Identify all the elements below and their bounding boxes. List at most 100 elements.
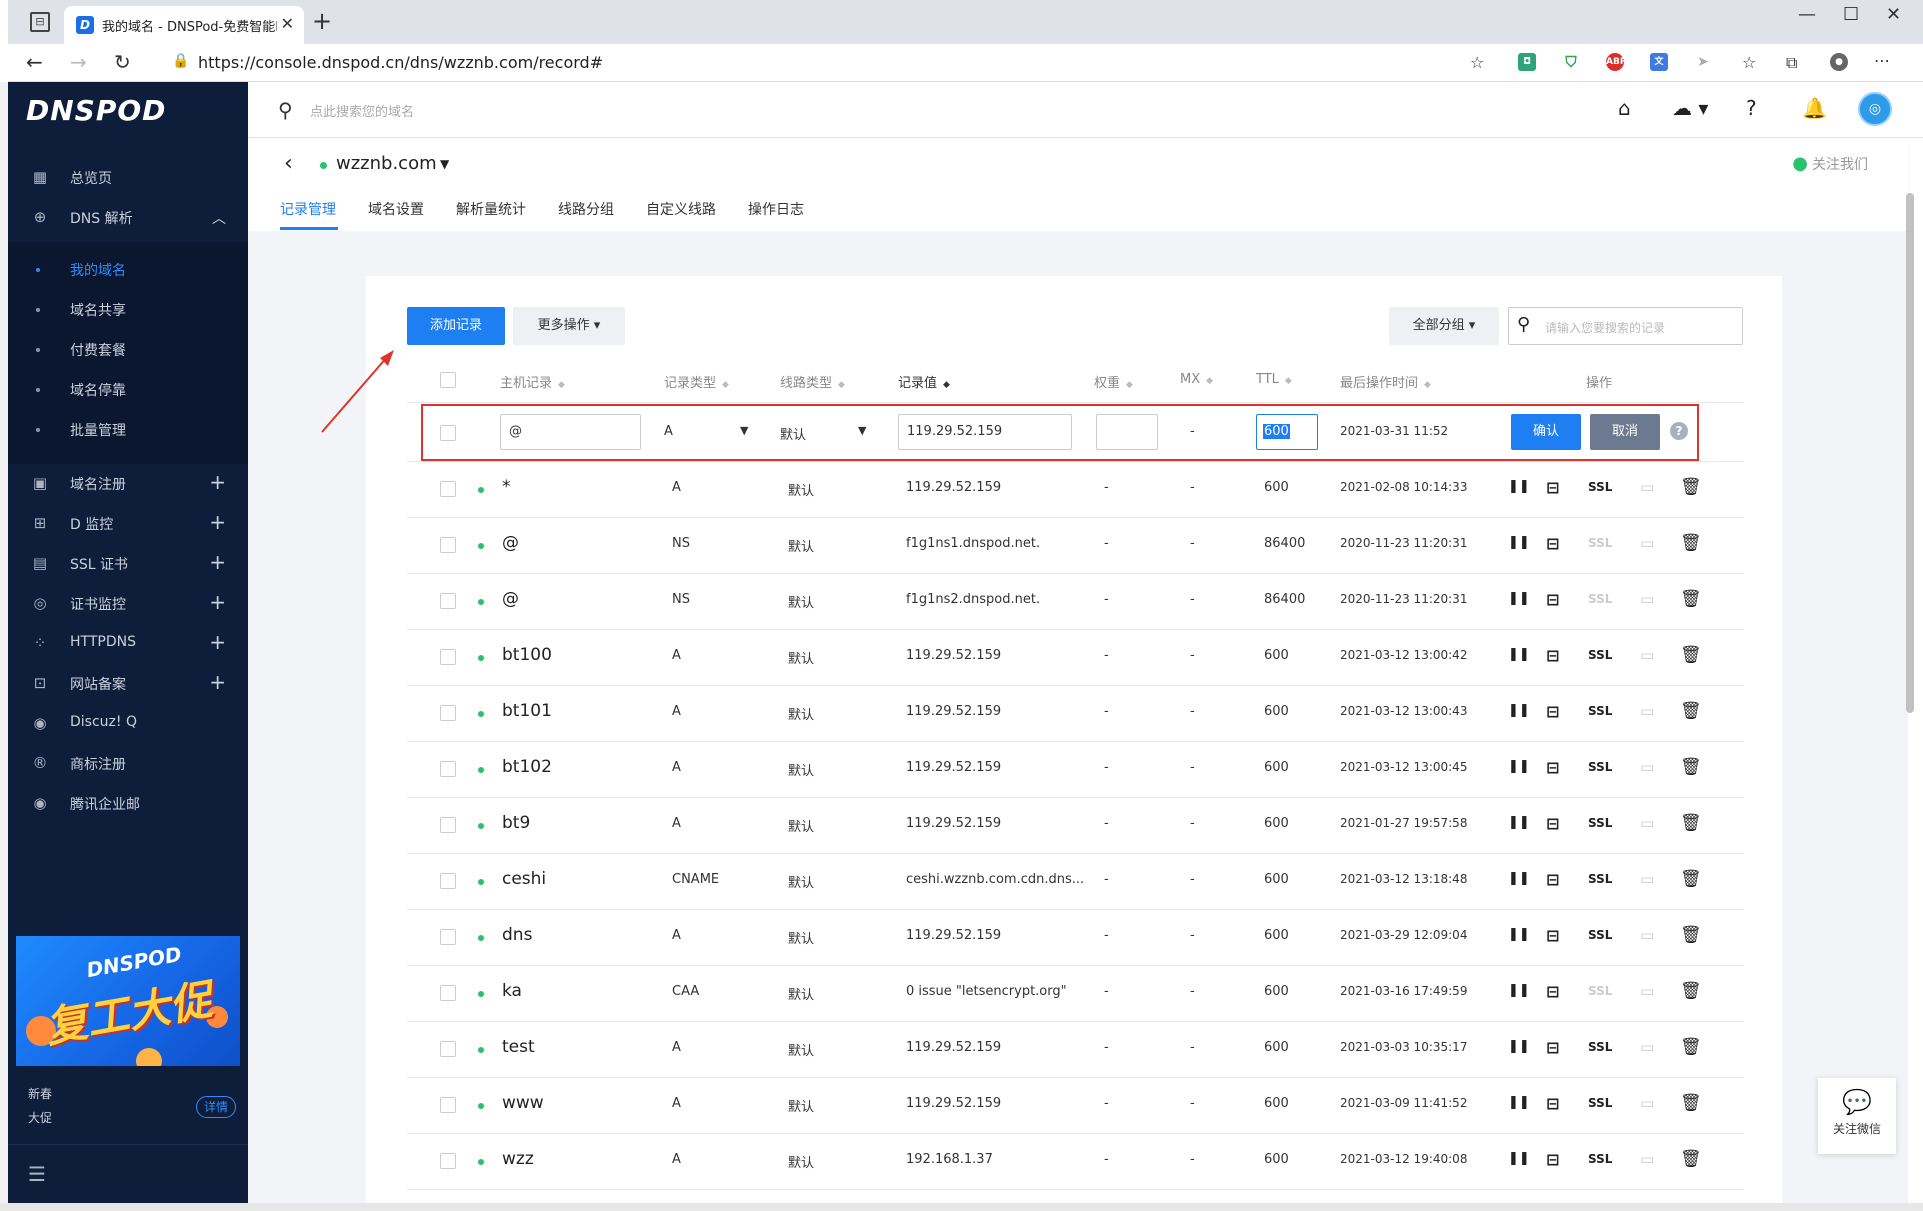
edit-icon[interactable]: ⊟ [1546,590,1559,609]
ssl-button[interactable]: SSL [1588,872,1612,886]
host-cell[interactable]: test [502,1037,535,1057]
trash-icon[interactable]: 🗑 [1680,1149,1702,1169]
host-cell[interactable]: @ [502,533,519,553]
pause-icon[interactable]: ❚❚ [1508,759,1530,774]
tab-close-icon[interactable]: ✕ [281,14,294,33]
cloud-dropdown-icon[interactable]: ☁ ▾ [1672,96,1708,120]
sidebar-item-dns[interactable]: ⊕ DNS 解析 ︿ [8,198,248,238]
row-checkbox[interactable] [440,761,456,777]
edit-icon[interactable]: ⊟ [1546,870,1559,889]
remark-icon[interactable]: ▭ [1640,478,1654,496]
host-cell[interactable]: wzz [502,1149,534,1169]
column-header-host[interactable]: 主机记录 ◆ [500,372,565,391]
select-all-checkbox[interactable] [440,372,456,388]
ssl-button[interactable]: SSL [1588,536,1612,550]
browser-tab[interactable]: D 我的域名 - DNSPod-免费智能DN ✕ [64,6,304,44]
pause-icon[interactable]: ❚❚ [1508,871,1530,886]
profile-avatar[interactable]: ● [1830,53,1848,71]
domain-search-input[interactable]: 点此搜索您的域名 [310,101,414,120]
pause-icon[interactable]: ❚❚ [1508,815,1530,830]
sidebar-item-httpdns[interactable]: ⁘ HTTPDNS + [8,624,248,664]
column-header-value[interactable]: 记录值 ◆ [898,372,950,391]
type-dropdown-icon[interactable]: ▼ [740,424,748,437]
favorites-icon[interactable]: ☆ [1742,53,1756,72]
row-checkbox[interactable] [440,873,456,889]
remark-icon[interactable]: ▭ [1640,982,1654,1000]
ssl-button[interactable]: SSL [1588,760,1612,774]
host-cell[interactable]: @ [502,589,519,609]
trash-icon[interactable]: 🗑 [1680,813,1702,833]
remark-icon[interactable]: ▭ [1640,814,1654,832]
url-field[interactable]: 🔒 https://console.dnspod.cn/dns/wzznb.co… [158,50,1488,76]
ttl-input[interactable]: 600 [1256,414,1318,450]
trash-icon[interactable]: 🗑 [1680,925,1702,945]
edit-icon[interactable]: ⊟ [1546,478,1559,497]
sidebar-item-enterprise-mail[interactable]: ◉ 腾讯企业邮 [8,784,248,824]
value-input[interactable]: 119.29.52.159 [898,414,1072,450]
domain-name[interactable]: wzznb.com [336,153,437,174]
page-scrollbar[interactable] [1906,193,1914,713]
host-cell[interactable]: bt9 [502,813,530,833]
window-menu-icon[interactable]: ⊟ [30,12,50,32]
edit-icon[interactable]: ⊟ [1546,702,1559,721]
back-icon[interactable]: ‹ [284,151,293,176]
column-header-weight[interactable]: 权重 ◆ [1094,372,1133,391]
ssl-button[interactable]: SSL [1588,984,1612,998]
row-checkbox[interactable] [440,705,456,721]
row-checkbox[interactable] [440,985,456,1001]
edit-icon[interactable]: ⊟ [1546,814,1559,833]
trash-icon[interactable]: 🗑 [1680,533,1702,553]
trash-icon[interactable]: 🗑 [1680,869,1702,889]
favorite-add-icon[interactable]: ☆ [1470,53,1484,72]
sidebar-item-paid-plans[interactable]: 付费套餐 [8,330,248,370]
sidebar-item-batch-manage[interactable]: 批量管理 [8,410,248,450]
row-checkbox[interactable] [440,537,456,553]
back-arrow-icon[interactable]: ← [26,50,43,74]
edit-icon[interactable]: ⊟ [1546,1150,1559,1169]
collections-icon[interactable]: ⧉ [1786,53,1797,73]
column-header-ttl[interactable]: TTL ◆ [1256,372,1292,387]
pause-icon[interactable]: ❚❚ [1508,1151,1530,1166]
host-cell[interactable]: ceshi [502,869,546,889]
host-cell[interactable]: dns [502,925,532,945]
edit-icon[interactable]: ⊟ [1546,646,1559,665]
remark-icon[interactable]: ▭ [1640,1094,1654,1112]
new-tab-button[interactable]: + [312,8,332,34]
edit-icon[interactable]: ⊟ [1546,1038,1559,1057]
host-cell[interactable]: bt101 [502,701,552,721]
pause-icon[interactable]: ❚❚ [1508,983,1530,998]
edit-icon[interactable]: ⊟ [1546,982,1559,1001]
tab-record-manage[interactable]: 记录管理 [280,199,336,219]
remark-icon[interactable]: ▭ [1640,1038,1654,1056]
reload-icon[interactable]: ↻ [114,50,131,74]
remark-icon[interactable]: ▭ [1640,646,1654,664]
type-select-value[interactable]: A [664,424,673,439]
remark-icon[interactable]: ▭ [1640,758,1654,776]
row-checkbox[interactable] [440,593,456,609]
promo-detail-button[interactable]: 详情 [196,1096,236,1118]
row-checkbox[interactable] [440,1153,456,1169]
cancel-button[interactable]: 取消 [1590,414,1660,450]
ssl-button[interactable]: SSL [1588,704,1612,718]
sidebar-item-filing[interactable]: ⊡ 网站备案 + [8,664,248,704]
edit-icon[interactable]: ⊟ [1546,534,1559,553]
remark-icon[interactable]: ▭ [1640,702,1654,720]
host-cell[interactable]: ka [502,981,522,1001]
sidebar-item-domain-register[interactable]: ▣ 域名注册 + [8,464,248,504]
tab-operation-log[interactable]: 操作日志 [748,199,804,219]
weight-input[interactable] [1096,414,1158,450]
avatar[interactable]: ◎ [1858,92,1892,126]
bell-icon[interactable]: 🔔 [1802,96,1827,120]
ssl-button[interactable]: SSL [1588,648,1612,662]
line-select-value[interactable]: 默认 [780,424,806,443]
sidebar-item-cert-monitor[interactable]: ◎ 证书监控 + [8,584,248,624]
column-header-type[interactable]: 记录类型 ◆ [664,372,729,391]
pause-icon[interactable]: ❚❚ [1508,1039,1530,1054]
follow-us-link[interactable]: ● 关注我们 [1792,153,1868,174]
ssl-button[interactable]: SSL [1588,928,1612,942]
column-header-time[interactable]: 最后操作时间 ◆ [1340,372,1431,391]
domain-dropdown-icon[interactable]: ▼ [440,157,449,171]
row-checkbox[interactable] [440,1041,456,1057]
ssl-button[interactable]: SSL [1588,592,1612,606]
extension-arrow-icon[interactable]: ➤ [1694,53,1712,71]
